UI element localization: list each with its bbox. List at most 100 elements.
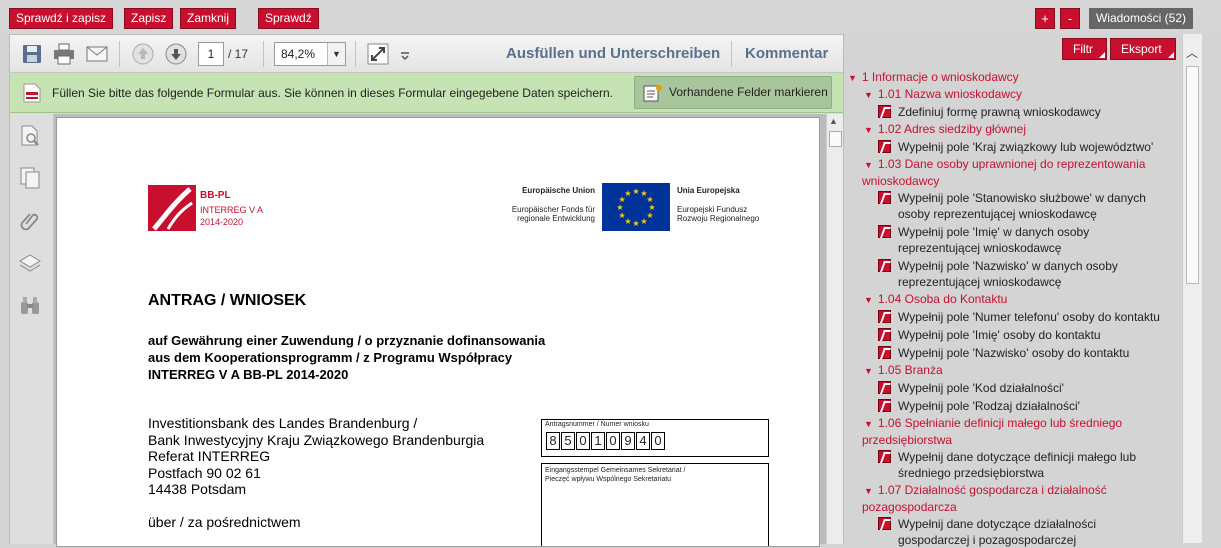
- highlight-fields-button[interactable]: Vorhandene Felder markieren: [634, 76, 832, 109]
- next-page-icon[interactable]: [164, 42, 188, 66]
- tree-error-label: Wypełnij pole 'Numer telefonu' osoby do …: [898, 310, 1160, 324]
- tree-section[interactable]: ▼ 1.03 Dane osoby uprawnionej do reprezen…: [862, 156, 1145, 189]
- toolbar-separator: [263, 41, 264, 67]
- tree-section-label: 1.01 Nazwa wnioskodawcy: [877, 87, 1022, 101]
- top-action-bar: Sprawdź i zapisz Zapisz Zamknij Sprawdź …: [0, 0, 1221, 34]
- tree-section[interactable]: ▼ 1.02 Adres siedziby głównej: [864, 121, 1026, 138]
- tree-error-item[interactable]: Wypełnij pole 'Imię' osoby do kontaktu: [878, 327, 1101, 343]
- email-icon[interactable]: [85, 42, 109, 66]
- fit-page-expand-icon[interactable]: [366, 42, 390, 66]
- eu-star: ★: [632, 219, 639, 228]
- tree-error-item[interactable]: Wypełnij pole 'Numer telefonu' osoby do …: [878, 309, 1160, 325]
- application-number-digit: 0: [576, 432, 590, 450]
- eu-de-line2: regionale Entwicklung: [517, 214, 595, 223]
- comment-link[interactable]: Kommentar: [745, 45, 828, 62]
- save-disk-icon[interactable]: [20, 42, 44, 66]
- address-via: über / za pośrednictwem: [148, 513, 301, 530]
- form-info-message: Füllen Sie bitte das folgende Formular a…: [52, 86, 613, 100]
- tree-error-item[interactable]: Wypełnij dane dotyczące działalności gosp…: [878, 516, 1096, 548]
- tree-section-label: 1.04 Osoba do Kontaktu: [877, 292, 1008, 306]
- error-icon: [878, 517, 891, 530]
- tree-error-item[interactable]: Wypełnij pole 'Imię' w danych osoby repre…: [878, 224, 1089, 256]
- expand-triangle-icon[interactable]: ▼: [864, 90, 873, 100]
- page-thumbnails-icon[interactable]: [18, 124, 42, 148]
- tree-error-item[interactable]: Wypełnij pole 'Stanowisko służbowe' w da…: [878, 190, 1146, 222]
- tree-error-item[interactable]: Wypełnij pole 'Nazwisko' w danych osoby r…: [878, 258, 1118, 290]
- binoculars-icon[interactable]: [18, 294, 42, 318]
- tree-section-label: 1.07 Działalność gospodarcza i działalno…: [877, 483, 1107, 497]
- check-and-save-button[interactable]: Sprawdź i zapisz: [9, 8, 114, 29]
- tree-error-label: reprezentującej wnioskodawcę: [898, 275, 1062, 289]
- tree-section[interactable]: ▼ 1.06 Spełnianie definicji małego lub śr…: [862, 415, 1122, 448]
- previous-page-icon[interactable]: [131, 42, 155, 66]
- expand-triangle-icon[interactable]: ▼: [864, 295, 873, 305]
- tree-error-label: osoby reprezentującej wnioskodawcę: [898, 207, 1097, 221]
- check-button[interactable]: Sprawdź: [258, 8, 319, 29]
- expand-plus-button[interactable]: +: [1035, 8, 1055, 29]
- expand-triangle-icon[interactable]: ▼: [864, 486, 873, 496]
- filter-button[interactable]: Filtr: [1062, 38, 1107, 60]
- tree-section-label: 1.05 Branża: [877, 363, 943, 377]
- toolbar-more-icon[interactable]: [398, 42, 412, 66]
- application-number-digit: 5: [561, 432, 575, 450]
- interreg-logo: [148, 185, 196, 231]
- tree-error-label: Wypełnij pole 'Nazwisko' osoby do kontak…: [898, 346, 1130, 360]
- expand-triangle-icon[interactable]: ▼: [848, 73, 857, 83]
- tree-section[interactable]: ▼ 1.04 Osoba do Kontaktu: [864, 291, 1007, 308]
- layers-icon[interactable]: [18, 252, 42, 276]
- eu-star: ★: [640, 217, 647, 226]
- error-icon: [878, 346, 891, 359]
- fill-and-sign-link[interactable]: Ausfüllen und Unterschreiben: [506, 45, 720, 62]
- tree-section-root[interactable]: ▼ 1 Informacje o wnioskodawcy: [848, 69, 1019, 86]
- attachment-paperclip-icon[interactable]: [18, 210, 42, 234]
- zoom-select[interactable]: 84,2% ▼: [274, 42, 346, 66]
- export-button[interactable]: Eksport: [1110, 38, 1176, 60]
- expand-triangle-icon[interactable]: ▼: [864, 160, 873, 170]
- expand-triangle-icon[interactable]: ▼: [864, 125, 873, 135]
- tree-error-label: Wypełnij pole 'Kraj związkowy lub wojewó…: [898, 140, 1154, 154]
- error-icon: [878, 191, 891, 204]
- tree-error-item[interactable]: Wypełnij pole 'Rodzaj działalności': [878, 398, 1080, 414]
- eu-star: ★: [619, 211, 626, 220]
- tree-error-item[interactable]: Wypełnij pole 'Kod działalności': [878, 380, 1064, 396]
- subheading-line-1: auf Gewährung einer Zuwendung / o przyzn…: [148, 333, 546, 348]
- messages-button[interactable]: Wiadomości (52): [1088, 8, 1193, 29]
- tree-error-item[interactable]: Wypełnij pole 'Kraj związkowy lub wojewó…: [878, 139, 1153, 155]
- tree-error-label: Wypełnij pole 'Rodzaj działalności': [898, 399, 1080, 413]
- panel-scrollbar-thumb[interactable]: [1186, 66, 1199, 284]
- tree-error-label: Wypełnij pole 'Nazwisko' w danych osoby: [898, 259, 1118, 273]
- page-number-input[interactable]: 1: [198, 42, 224, 66]
- scrollbar-thumb[interactable]: [829, 131, 842, 147]
- toolbar-separator: [355, 41, 356, 67]
- tree-error-item[interactable]: Wypełnij pole 'Nazwisko' osoby do kontak…: [878, 345, 1129, 361]
- page-count: / 17: [228, 47, 249, 61]
- tree-error-label: Wypełnij pole 'Imię' w danych osoby: [898, 225, 1090, 239]
- application-number-field[interactable]: 85010940: [546, 432, 666, 450]
- tree-section[interactable]: ▼ 1.01 Nazwa wnioskodawcy: [864, 86, 1022, 103]
- tree-error-item[interactable]: Wypełnij dane dotyczące definicji małego…: [878, 449, 1136, 481]
- eu-star: ★: [624, 189, 631, 198]
- expand-triangle-icon[interactable]: ▼: [864, 366, 873, 376]
- copy-pages-icon[interactable]: [18, 166, 42, 190]
- collapse-minus-button[interactable]: -: [1060, 8, 1080, 29]
- eu-pl-line2: Rozwoju Regionalnego: [677, 214, 760, 223]
- tree-section-label: wnioskodawcy: [862, 174, 940, 188]
- expand-triangle-icon[interactable]: ▼: [864, 419, 873, 429]
- left-tool-rail: [10, 114, 54, 544]
- close-button[interactable]: Zamknij: [180, 8, 237, 29]
- tree-section[interactable]: ▼ 1.05 Branża: [864, 362, 943, 379]
- scroll-up-chevron-icon[interactable]: ︿: [1186, 44, 1198, 61]
- document-scrollbar[interactable]: ▲: [826, 114, 843, 544]
- print-icon[interactable]: [52, 42, 76, 66]
- pdf-page: BB-PL INTERREG V A 2014-2020 Europäische…: [56, 117, 820, 547]
- tree-section[interactable]: ▼ 1.07 Działalność gospodarcza i działaln…: [862, 482, 1107, 515]
- document-heading: ANTRAG / WNIOSEK: [148, 292, 307, 309]
- save-button[interactable]: Zapisz: [124, 8, 174, 29]
- tree-error-label: Wypełnij pole 'Stanowisko służbowe' w da…: [898, 191, 1146, 205]
- application-number-digit: 0: [606, 432, 620, 450]
- scroll-up-arrow-icon[interactable]: ▲: [829, 116, 838, 126]
- document-area: BB-PL INTERREG V A 2014-2020 Europäische…: [54, 114, 826, 547]
- panel-scrollbar[interactable]: ︿: [1182, 34, 1202, 543]
- chevron-down-icon[interactable]: ▼: [327, 43, 345, 65]
- tree-error-item[interactable]: Zdefiniuj formę prawną wnioskodawcy: [878, 104, 1101, 120]
